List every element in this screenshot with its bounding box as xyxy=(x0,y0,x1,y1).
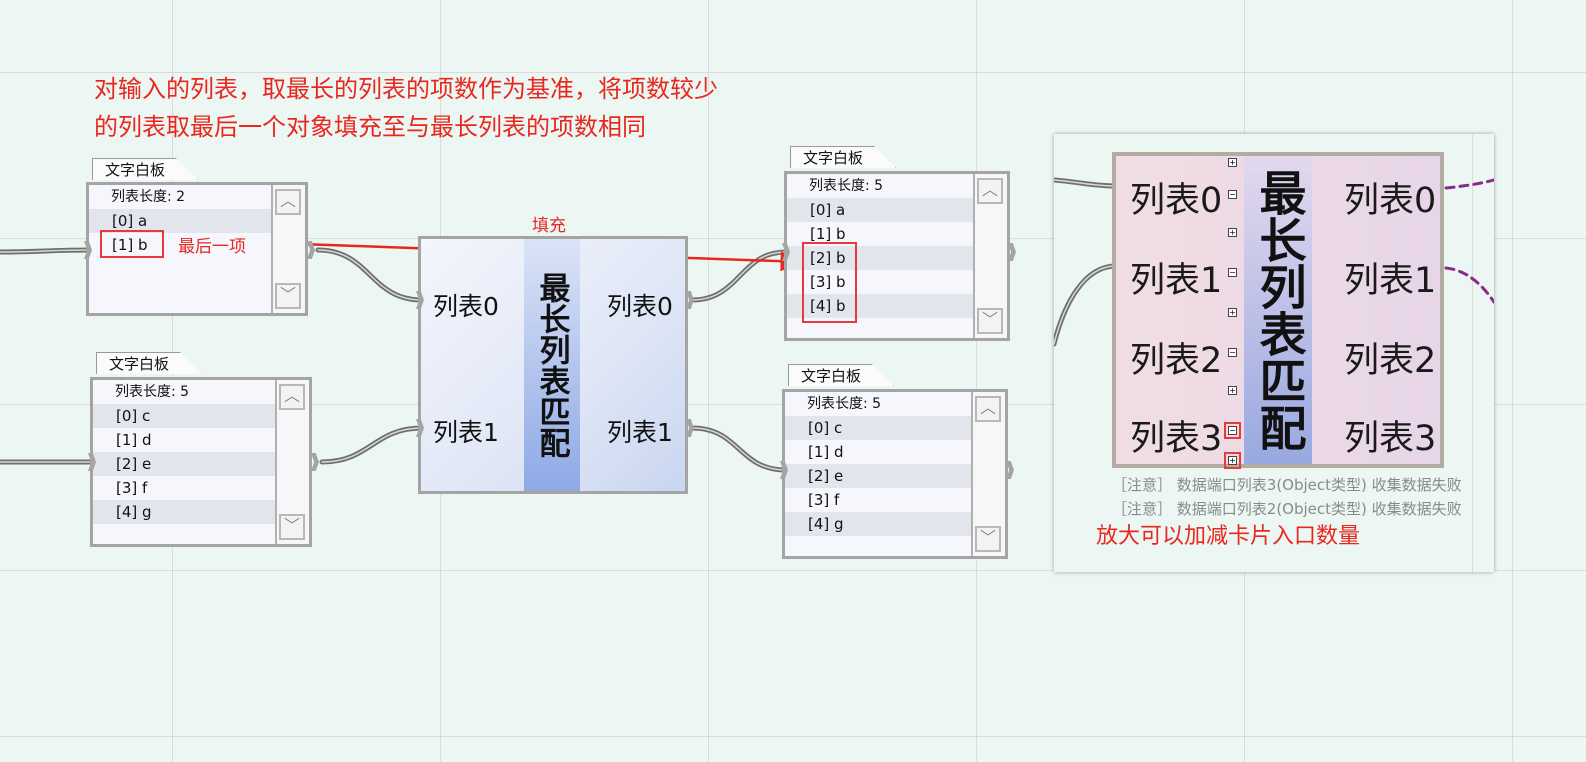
add-port-icon[interactable]: + xyxy=(1228,158,1237,167)
scroll-up-icon[interactable]: ︿ xyxy=(975,396,1001,422)
scroll-down-icon[interactable]: ﹀ xyxy=(977,308,1003,334)
remove-port-icon[interactable]: − xyxy=(1228,190,1237,199)
scroll-up-icon[interactable]: ︿ xyxy=(977,178,1003,204)
add-port-icon[interactable]: + xyxy=(1228,228,1237,237)
zoomed-input-label: 列表1 xyxy=(1130,261,1223,301)
board-1-header: 列表长度: 2 xyxy=(111,189,186,205)
add-port-icon[interactable]: + xyxy=(1224,452,1241,469)
last-item-label: 最后一项 xyxy=(178,237,246,257)
zoom-hint: 放大可以加减卡片入口数量 xyxy=(1096,524,1361,549)
board-4-header: 列表长度: 5 xyxy=(807,396,882,412)
add-port-icon[interactable]: + xyxy=(1228,308,1237,317)
zoomed-node-title: 最长列表匹配 xyxy=(1244,156,1312,464)
remove-port-icon[interactable]: − xyxy=(1224,422,1241,439)
list-item: [4] g xyxy=(785,512,971,536)
list-item: [3] f xyxy=(116,479,148,497)
board-1-scrollbar[interactable]: ︿ ﹀ xyxy=(271,185,305,313)
zoomed-output-label: 列表2 xyxy=(1344,341,1437,381)
node-input-label: 列表1 xyxy=(433,418,499,447)
warning-message: ［注意］ 数据端口列表2(Object类型) 收集数据失败 xyxy=(1112,500,1462,518)
zoomed-input-label: 列表2 xyxy=(1130,341,1223,381)
board-3-scrollbar[interactable]: ︿ ﹀ xyxy=(973,174,1007,338)
node-input-label: 列表0 xyxy=(433,292,499,321)
list-item: [2] e xyxy=(785,464,971,488)
board-2-header: 列表长度: 5 xyxy=(115,384,190,400)
list-item: [0] c xyxy=(785,416,971,440)
zoomed-input-label: 列表3 xyxy=(1130,419,1223,459)
scroll-down-icon[interactable]: ﹀ xyxy=(275,283,301,309)
zoomed-output-label: 列表1 xyxy=(1344,261,1437,301)
list-item: [3] f xyxy=(808,491,840,509)
highlight-filled-items xyxy=(802,242,857,323)
add-port-icon[interactable]: + xyxy=(1228,386,1237,395)
zoomed-output-label: 列表0 xyxy=(1344,181,1437,221)
node-output-label: 列表0 xyxy=(607,292,673,321)
node-output-label: 列表1 xyxy=(607,418,673,447)
scroll-down-icon[interactable]: ﹀ xyxy=(279,514,305,540)
warning-message: ［注意］ 数据端口列表3(Object类型) 收集数据失败 xyxy=(1112,476,1462,494)
annotation-line-1: 对输入的列表，取最长的列表的项数作为基准，将项数较少 xyxy=(94,75,718,103)
board-2-scrollbar[interactable]: ︿ ﹀ xyxy=(275,380,309,544)
scroll-up-icon[interactable]: ︿ xyxy=(279,384,305,410)
zoomed-output-label: 列表3 xyxy=(1344,419,1437,459)
remove-port-icon[interactable]: − xyxy=(1228,348,1237,357)
zoomed-preview-panel: 列表0 列表1 列表2 列表3 最长列表匹配 列表0 列表1 列表2 列表3 +… xyxy=(1054,134,1494,572)
text-board-2[interactable]: 列表长度: 5 [0] c [1] d [2] e [3] f [4] g ︿ … xyxy=(90,377,312,547)
list-item: [0] a xyxy=(787,198,973,222)
scroll-down-icon[interactable]: ﹀ xyxy=(975,526,1001,552)
scroll-up-icon[interactable]: ︿ xyxy=(275,189,301,215)
board-4-scrollbar[interactable]: ︿ ﹀ xyxy=(971,392,1005,556)
list-item: [1] d xyxy=(808,443,844,461)
longest-list-match-node[interactable]: 列表0 列表1 最长列表匹配 列表0 列表1 xyxy=(418,236,688,494)
list-item: [4] g xyxy=(93,500,275,524)
annotation-line-2: 的列表取最后一个对象填充至与最长列表的项数相同 xyxy=(94,113,646,141)
zoomed-match-node[interactable]: 列表0 列表1 列表2 列表3 最长列表匹配 列表0 列表1 列表2 列表3 +… xyxy=(1112,152,1444,469)
zoomed-input-label: 列表0 xyxy=(1130,181,1223,221)
node-title: 最长列表匹配 xyxy=(524,239,580,491)
remove-port-icon[interactable]: − xyxy=(1228,268,1237,277)
list-item: [0] c xyxy=(93,404,275,428)
text-board-4[interactable]: 列表长度: 5 [0] c [1] d [2] e [3] f [4] g ︿ … xyxy=(782,389,1008,559)
list-item: [2] e xyxy=(93,452,275,476)
highlight-last-item xyxy=(100,230,164,258)
fill-label: 填充 xyxy=(532,216,566,236)
board-3-header: 列表长度: 5 xyxy=(809,178,884,194)
list-item: [1] d xyxy=(116,431,152,449)
